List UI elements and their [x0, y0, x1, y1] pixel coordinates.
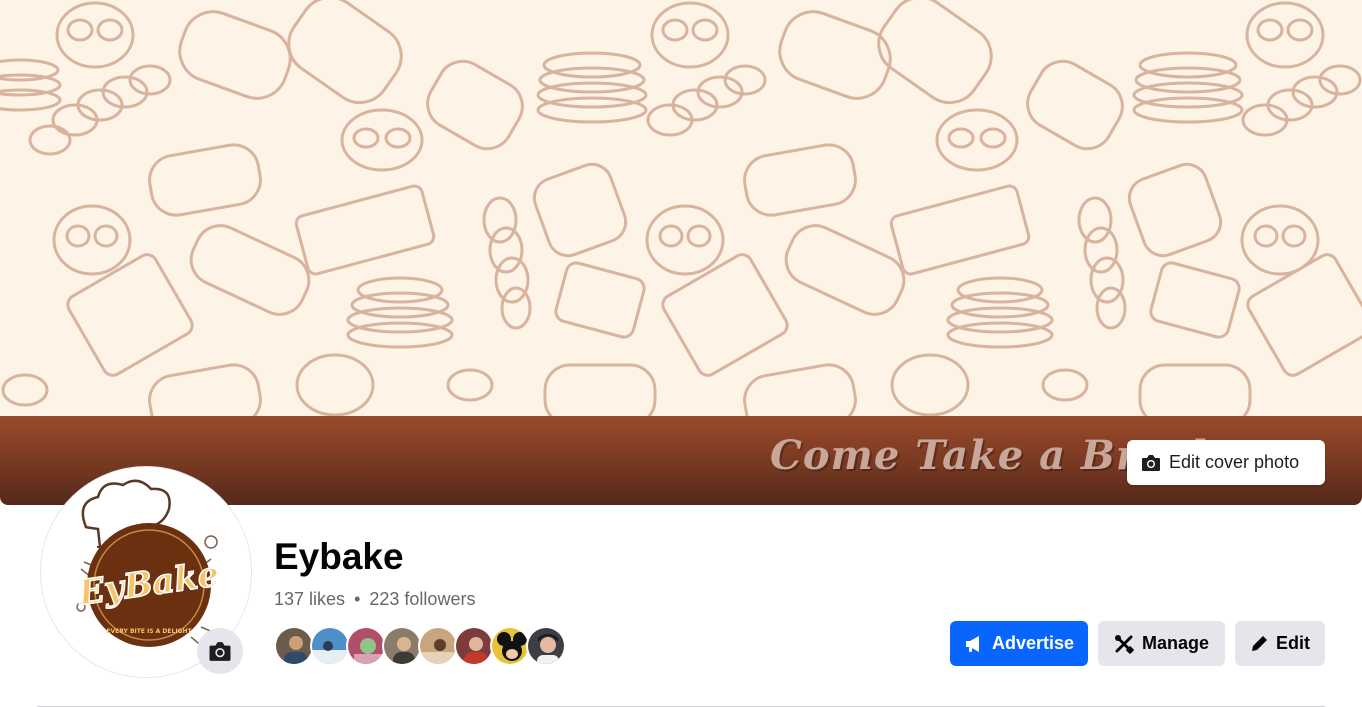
- camera-icon: [209, 641, 231, 661]
- bakery-pattern-illustration: [0, 0, 1362, 416]
- follower-avatar-4[interactable]: [382, 626, 422, 666]
- page-title: Eybake: [274, 536, 404, 577]
- pencil-icon: [1252, 635, 1267, 651]
- logo-slogan: EVERY BITE IS A DELIGHT: [106, 628, 192, 635]
- edit-cover-photo-label: Edit cover photo: [1169, 452, 1300, 472]
- edit-page-button[interactable]: Edit: [1235, 621, 1325, 666]
- follower-avatar-2[interactable]: [310, 626, 350, 666]
- edit-cover-photo-button[interactable]: Edit cover photo: [1127, 440, 1325, 485]
- manage-button[interactable]: Manage: [1098, 621, 1225, 666]
- follower-avatar-3[interactable]: [346, 626, 386, 666]
- follower-avatar-1[interactable]: [274, 626, 314, 666]
- manage-label: Manage: [1141, 633, 1210, 653]
- follower-avatar-5[interactable]: [418, 626, 458, 666]
- update-profile-picture-button[interactable]: [197, 628, 243, 674]
- follower-avatar-8[interactable]: [526, 626, 566, 666]
- followers-count[interactable]: 223 followers: [369, 589, 475, 609]
- likes-count[interactable]: 137 likes: [274, 589, 345, 609]
- advertise-label: Advertise: [991, 633, 1075, 653]
- page-stats: 137 likes • 223 followers: [274, 589, 475, 610]
- follower-avatar-7[interactable]: [490, 626, 530, 666]
- megaphone-icon: [965, 635, 979, 652]
- stats-separator: •: [354, 589, 361, 609]
- follower-avatar-6[interactable]: [454, 626, 494, 666]
- edit-label: Edit: [1276, 633, 1310, 653]
- cover-photo[interactable]: Come Take a Break Edit cover photo: [0, 0, 1362, 505]
- tools-icon: [1114, 634, 1134, 654]
- advertise-button[interactable]: Advertise: [950, 621, 1088, 666]
- follower-avatars: [274, 626, 566, 666]
- camera-icon: [1142, 454, 1160, 471]
